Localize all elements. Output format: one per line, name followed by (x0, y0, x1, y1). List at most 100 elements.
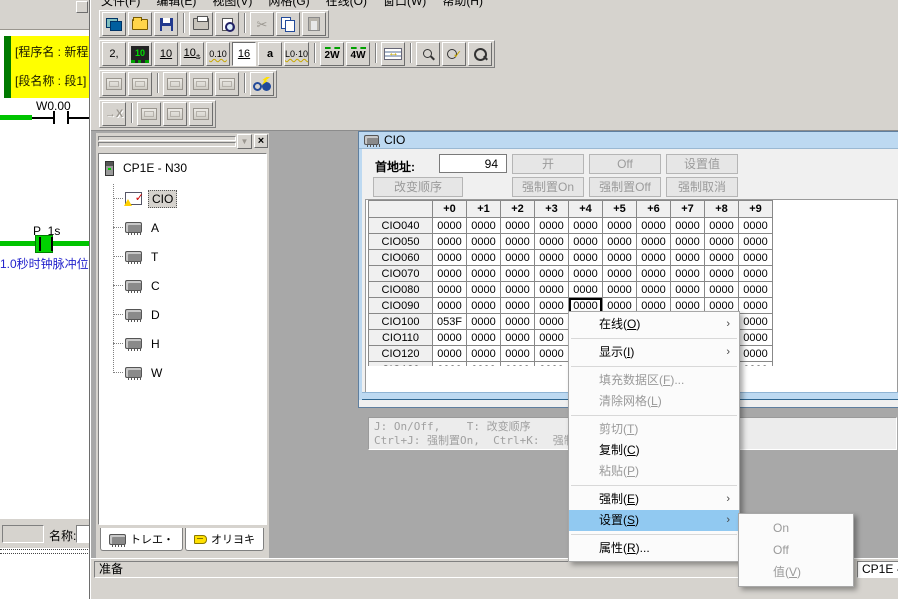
memory-cell[interactable]: 0000 (433, 346, 467, 362)
memory-cell[interactable]: 0000 (739, 266, 773, 282)
address-grid-button[interactable] (381, 42, 405, 66)
menu-item-display[interactable]: 显示(I)› (569, 342, 739, 363)
set-value-button[interactable]: 设置值 (666, 154, 738, 174)
memory-cell[interactable]: 0000 (569, 266, 603, 282)
force-cancel-button[interactable]: 强制取消 (666, 177, 738, 197)
memory-cell[interactable]: 0000 (739, 314, 773, 330)
binary-force-display-button[interactable]: 10 (128, 42, 152, 66)
memory-cell[interactable]: 0000 (467, 234, 501, 250)
memory-cell[interactable]: 0000 (501, 282, 535, 298)
memory-cell[interactable]: 0000 (467, 250, 501, 266)
memory-cell[interactable]: 0000 (705, 250, 739, 266)
memory-cell[interactable]: 0000 (739, 330, 773, 346)
menubar-item-4[interactable]: 网格(G) (268, 0, 309, 9)
memory-cell[interactable]: 0000 (705, 266, 739, 282)
save-button[interactable] (154, 12, 178, 36)
memory-cell[interactable]: 0000 (603, 234, 637, 250)
memory-cell[interactable]: 0000 (433, 234, 467, 250)
memory-cell[interactable]: 0000 (433, 362, 467, 367)
menubar-item-7[interactable]: 帮助(H) (442, 0, 483, 9)
menu-item-properties[interactable]: 属性(R)... (569, 538, 739, 559)
memory-cell[interactable]: 0000 (671, 218, 705, 234)
contact-w000[interactable] (53, 111, 55, 124)
memory-cell[interactable]: 0000 (603, 282, 637, 298)
memory-cell[interactable]: 0000 (569, 218, 603, 234)
hex-display-button[interactable]: 16 (232, 42, 256, 66)
decimal-display-button[interactable]: 10 (154, 42, 178, 66)
memory-cell[interactable]: 0000 (603, 250, 637, 266)
memory-cell[interactable]: 0000 (739, 346, 773, 362)
memory-cell[interactable]: 0000 (671, 266, 705, 282)
memory-cell[interactable]: 0000 (739, 250, 773, 266)
open-file-button[interactable] (128, 12, 152, 36)
memory-cell[interactable]: 0000 (467, 282, 501, 298)
memory-cell[interactable]: 0000 (433, 266, 467, 282)
memory-cell[interactable]: 0000 (501, 298, 535, 314)
monitor-button[interactable] (250, 72, 274, 96)
print-preview-button[interactable] (215, 12, 239, 36)
memory-cell[interactable]: 0000 (501, 234, 535, 250)
menubar-item-5[interactable]: 在线(O) (326, 0, 367, 9)
memory-cell[interactable]: 0000 (637, 250, 671, 266)
memory-cell[interactable]: 0000 (535, 250, 569, 266)
zoom-large-button[interactable] (468, 42, 492, 66)
start-address-input[interactable] (439, 154, 507, 173)
chevron-down-icon[interactable]: ▼ (237, 134, 252, 149)
memory-cell[interactable]: 0000 (467, 314, 501, 330)
memory-cell[interactable]: 0000 (535, 346, 569, 362)
tree-item-h[interactable]: H (113, 329, 177, 358)
memory-cell[interactable]: 0000 (603, 218, 637, 234)
memory-cell[interactable]: 0000 (603, 266, 637, 282)
menubar-item-3[interactable]: 视图(V) (212, 0, 252, 9)
tree-item-d[interactable]: D (113, 300, 177, 329)
zoom-check-button[interactable] (442, 42, 466, 66)
memory-cell[interactable]: 0000 (501, 314, 535, 330)
memory-cell[interactable]: 0000 (501, 266, 535, 282)
memory-cell[interactable]: 0000 (569, 250, 603, 266)
float-display-button[interactable]: 0.10 (206, 42, 230, 66)
memory-cell[interactable]: 0000 (501, 362, 535, 367)
force-off-button[interactable]: 强制置Off (589, 177, 661, 197)
memory-cell[interactable]: 0000 (671, 234, 705, 250)
memory-cell[interactable]: 0000 (433, 282, 467, 298)
tab-address[interactable]: オリヨキ (185, 528, 264, 551)
memory-cell[interactable]: 0000 (501, 346, 535, 362)
change-order-button[interactable]: 改变顺序 (373, 177, 463, 197)
memory-cell[interactable]: 0000 (671, 250, 705, 266)
memory-cell[interactable]: 0000 (535, 266, 569, 282)
memory-cell[interactable]: 0000 (501, 250, 535, 266)
tab-memory[interactable]: トレエ・ (100, 528, 183, 551)
menu-item-force[interactable]: 强制(E)› (569, 489, 739, 510)
memory-cell[interactable]: 0000 (739, 298, 773, 314)
memory-cell[interactable]: 0000 (535, 298, 569, 314)
new-window-button[interactable] (102, 12, 126, 36)
memory-cell[interactable]: 0000 (467, 218, 501, 234)
memory-cell[interactable]: 0000 (433, 330, 467, 346)
memory-cell[interactable]: 0000 (705, 234, 739, 250)
memory-cell[interactable]: 0000 (535, 218, 569, 234)
memory-cell[interactable]: 0000 (637, 218, 671, 234)
menu-item-copy[interactable]: 复制(C) (569, 440, 739, 461)
memory-cell[interactable]: 0000 (535, 330, 569, 346)
force-on-button[interactable]: 强制置On (512, 177, 584, 197)
menubar-item-2[interactable]: 编辑(E) (156, 0, 196, 9)
tree-item-cio[interactable]: CIO (113, 184, 177, 213)
binary-display-button[interactable]: 2, (102, 42, 126, 66)
memory-cell[interactable]: 0000 (535, 234, 569, 250)
four-word-display-button[interactable]: 4W (346, 42, 370, 66)
memory-cell[interactable]: 0000 (671, 282, 705, 298)
tree-root-plc[interactable]: CP1E - N30 (105, 160, 190, 176)
memory-cell[interactable]: 0000 (535, 362, 569, 367)
print-button[interactable] (189, 12, 213, 36)
tree-item-a[interactable]: A (113, 213, 177, 242)
menubar-item-1[interactable]: 文件(F) (101, 0, 140, 9)
memory-cell[interactable]: 0000 (433, 218, 467, 234)
zoom-small-button[interactable] (416, 42, 440, 66)
memory-cell[interactable]: 0000 (467, 330, 501, 346)
memory-cell[interactable]: 0000 (637, 282, 671, 298)
tree-item-t[interactable]: T (113, 242, 177, 271)
close-icon[interactable]: × (254, 134, 268, 148)
tree-item-c[interactable]: C (113, 271, 177, 300)
memory-cell[interactable]: 0000 (467, 266, 501, 282)
name-input[interactable] (76, 525, 90, 543)
